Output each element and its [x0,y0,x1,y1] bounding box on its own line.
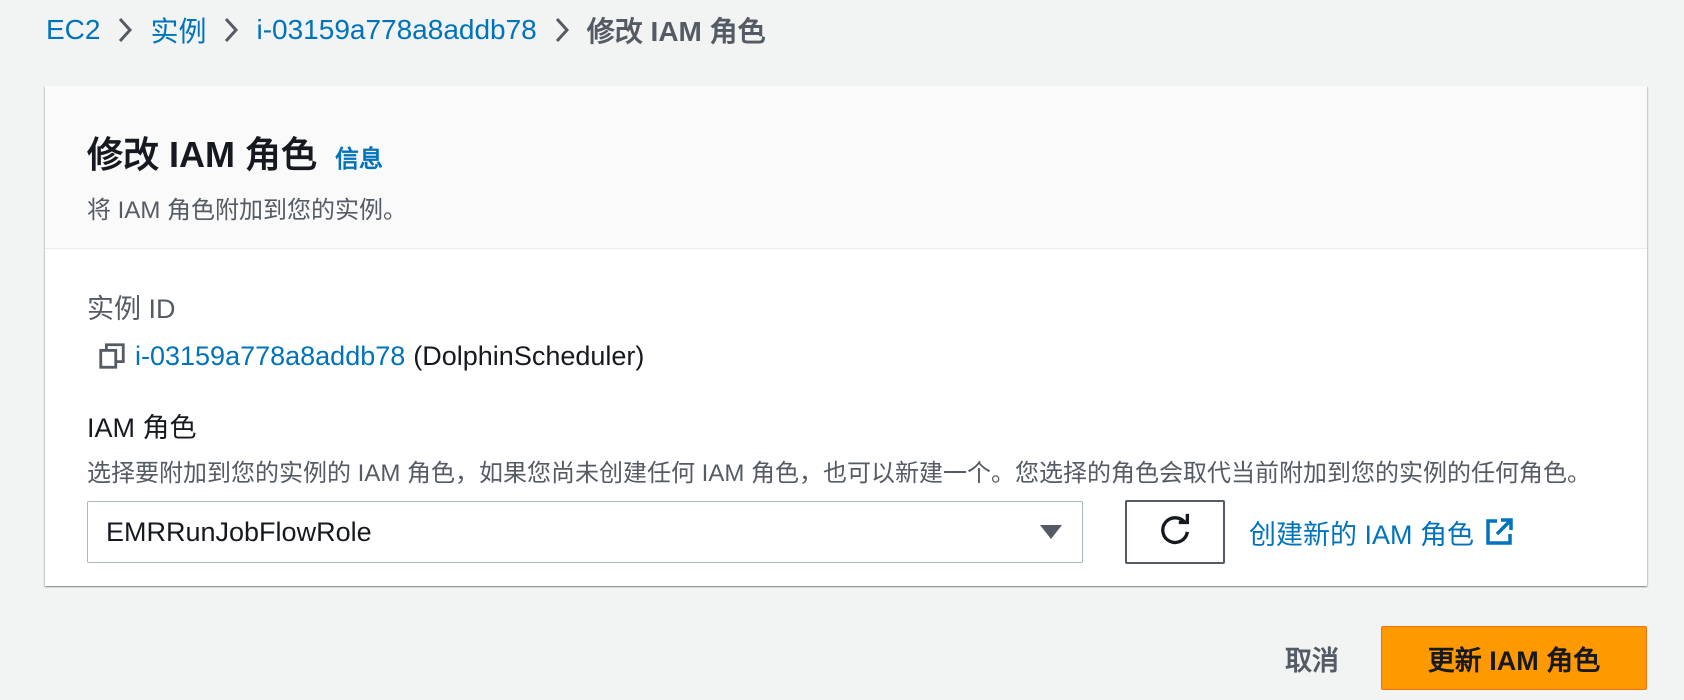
page-title: 修改 IAM 角色 [87,134,317,175]
instance-name: (DolphinScheduler) [413,340,645,371]
form-actions: 取消 更新 IAM 角色 [1247,626,1647,690]
iam-role-label: IAM 角色 [87,413,197,443]
external-link-icon [1484,517,1514,547]
breadcrumb-current: 修改 IAM 角色 [586,16,766,47]
refresh-icon [1156,511,1194,554]
breadcrumb-ec2-link[interactable]: EC2 [46,14,100,46]
page-description: 将 IAM 角色附加到您的实例。 [87,197,408,224]
create-iam-role-label: 创建新的 IAM 角色 [1249,519,1475,550]
create-iam-role-link[interactable]: 创建新的 IAM 角色 [1249,513,1514,552]
instance-id-link[interactable]: i-03159a778a8addb78 [135,341,405,372]
panel-body: 实例 ID i-03159a778a8addb78 (DolphinSchedu… [45,249,1647,564]
info-link[interactable]: 信息 [335,139,383,174]
iam-role-controls: EMRRunJobFlowRole 创建新的 IAM 角色 [87,500,1605,564]
refresh-button[interactable] [1125,500,1225,564]
chevron-right-icon [537,10,587,50]
chevron-right-icon [100,10,150,50]
update-iam-role-button[interactable]: 更新 IAM 角色 [1381,626,1647,690]
iam-role-description: 选择要附加到您的实例的 IAM 角色，如果您尚未创建任何 IAM 角色，也可以新… [87,460,1592,487]
modify-iam-role-panel: 修改 IAM 角色 信息 将 IAM 角色附加到您的实例。 实例 ID i-03… [45,86,1647,586]
iam-role-select[interactable]: EMRRunJobFlowRole [87,501,1083,563]
copy-icon[interactable] [97,340,129,372]
panel-header: 修改 IAM 角色 信息 将 IAM 角色附加到您的实例。 [45,86,1647,249]
instance-id-label: 实例 ID [87,294,176,324]
chevron-right-icon [206,10,256,50]
instance-id-row: i-03159a778a8addb78 (DolphinScheduler) [97,340,1605,372]
breadcrumb-instance-link[interactable]: i-03159a778a8addb78 [256,14,536,46]
cancel-button[interactable]: 取消 [1247,626,1377,690]
breadcrumb-instances-link[interactable]: 实例 [150,10,206,50]
iam-role-selected-value: EMRRunJobFlowRole [106,516,372,547]
caret-down-icon [1038,522,1064,542]
breadcrumb: EC2 实例 i-03159a778a8addb78 修改 IAM 角色 [46,10,766,50]
